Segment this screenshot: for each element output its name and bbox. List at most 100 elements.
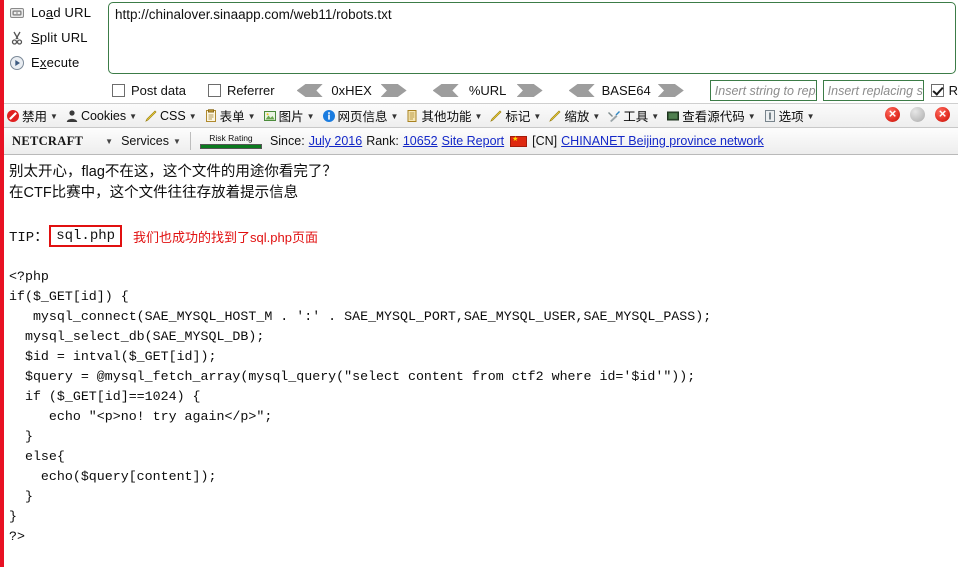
chevron-down-icon: ▼	[390, 112, 399, 121]
wdt-item-outline[interactable]: 标记 ▼	[489, 106, 541, 125]
css-icon	[144, 109, 158, 123]
images-icon	[263, 109, 277, 123]
url-encoder-group[interactable]: %URL	[432, 83, 543, 98]
replace-checkbox-box[interactable]	[930, 84, 944, 97]
chevron-down-icon: ▼	[747, 112, 756, 121]
wdt-label-forms: 表单	[219, 110, 245, 124]
wdt-label-tools: 工具	[623, 110, 649, 124]
cookies-icon	[65, 109, 79, 123]
hex-encode-arrow-icon[interactable]	[380, 84, 407, 97]
page-info-icon	[322, 109, 336, 123]
replace-to-input[interactable]: Insert replacing string	[822, 80, 924, 101]
options-icon	[763, 109, 777, 123]
wdt-item-css[interactable]: CSS ▼	[144, 109, 197, 123]
base64-encoder-group[interactable]: BASE64	[568, 83, 684, 98]
execute-button[interactable]: Execute	[4, 50, 105, 75]
netcraft-logo: NETCRAFT	[12, 133, 84, 148]
chevron-down-icon: ▼	[129, 112, 138, 121]
disable-icon	[6, 109, 20, 123]
load-url-label: Load URL	[31, 5, 92, 20]
hackbar-options-row: Post data Referrer 0xHEX %URL BASE64 Ins…	[0, 77, 958, 104]
country-code-label: [CN]	[532, 134, 558, 148]
chevron-down-icon: ▼	[806, 112, 815, 121]
chevron-down-icon: ▼	[592, 112, 601, 121]
referrer-label: Referrer	[226, 83, 275, 98]
url-encode-arrow-icon[interactable]	[516, 84, 543, 97]
site-report-link[interactable]: Site Report	[442, 134, 505, 148]
toolbar-divider	[189, 132, 191, 150]
wdt-label-css: CSS	[160, 108, 186, 123]
hex-encoder-group[interactable]: 0xHEX	[296, 83, 407, 98]
tip-row: TIP： sql.php 我们也成功的找到了sql.php页面	[9, 225, 958, 247]
wdt-item-view-source[interactable]: 查看源代码 ▼	[666, 106, 756, 125]
wdt-item-options[interactable]: 选项 ▼	[763, 106, 815, 125]
chevron-down-icon[interactable]: ▼	[173, 137, 181, 146]
post-data-label: Post data	[131, 83, 186, 98]
url-decode-arrow-icon[interactable]	[432, 84, 459, 97]
wdt-item-tools[interactable]: 工具 ▼	[607, 106, 659, 125]
chevron-down-icon[interactable]: ▼	[105, 137, 113, 146]
web-developer-toolbar: 禁用 ▼ Cookies ▼ CSS ▼ 表单 ▼ 图片 ▼ 网页信息 ▼ 其他…	[0, 104, 958, 128]
since-value-link[interactable]: July 2016	[309, 134, 363, 148]
base64-encode-arrow-icon[interactable]	[657, 84, 684, 97]
rank-value-link[interactable]: 10652	[403, 134, 438, 148]
url-encoder-label: %URL	[468, 83, 507, 98]
load-url-icon	[8, 4, 25, 21]
replace-checkbox-label: R	[948, 83, 958, 98]
rank-label: Rank:	[366, 134, 399, 148]
netcraft-services-menu[interactable]: Services	[121, 134, 169, 148]
wdt-item-misc[interactable]: 其他功能 ▼	[405, 106, 482, 125]
replace-from-input[interactable]: Insert string to replace	[709, 80, 817, 101]
wdt-status-indicators	[885, 105, 950, 123]
hex-label: 0xHEX	[331, 83, 372, 98]
post-data-checkbox[interactable]: Post data	[112, 83, 186, 98]
url-input[interactable]: http://chinalover.sinaapp.com/web11/robo…	[108, 2, 956, 74]
chevron-down-icon: ▼	[247, 112, 256, 121]
tip-note: 我们也成功的找到了sql.php页面	[133, 229, 318, 245]
wdt-item-images[interactable]: 图片 ▼	[263, 106, 315, 125]
referrer-checkbox-box[interactable]	[207, 84, 221, 97]
split-url-button[interactable]: Split URL	[4, 25, 105, 50]
forms-icon	[204, 108, 218, 123]
execute-label: Execute	[31, 55, 80, 70]
wdt-label-view-source: 查看源代码	[682, 110, 745, 124]
wdt-label-disable: 禁用	[22, 110, 48, 124]
wdt-label-options: 选项	[778, 110, 804, 124]
wdt-item-cookies[interactable]: Cookies ▼	[65, 109, 137, 123]
execute-icon	[8, 54, 25, 71]
browser-window: Load URL Split URL Execute http://chinal…	[0, 0, 958, 567]
referrer-checkbox[interactable]: Referrer	[207, 83, 275, 98]
wdt-item-forms[interactable]: 表单 ▼	[204, 106, 256, 125]
wdt-label-resize: 缩放	[564, 110, 590, 124]
tip-label: TIP：	[9, 230, 49, 246]
china-flag-icon	[510, 134, 528, 147]
risk-rating-bar	[199, 143, 262, 149]
outline-icon	[489, 109, 503, 123]
chevron-down-icon: ▼	[651, 112, 660, 121]
chevron-down-icon: ▼	[306, 112, 315, 121]
wdt-label-outline: 标记	[505, 110, 531, 124]
hackbar-action-list: Load URL Split URL Execute	[4, 0, 105, 76]
split-url-icon	[8, 29, 25, 46]
tools-icon	[607, 109, 621, 123]
base64-decode-arrow-icon[interactable]	[568, 84, 595, 97]
chevron-down-icon: ▼	[533, 112, 542, 121]
hex-decode-arrow-icon[interactable]	[296, 84, 323, 97]
base64-label: BASE64	[601, 83, 651, 98]
view-source-icon	[666, 109, 680, 123]
wdt-item-disable[interactable]: 禁用 ▼	[6, 106, 58, 125]
load-url-button[interactable]: Load URL	[4, 0, 105, 25]
since-label: Since:	[269, 134, 305, 148]
chevron-down-icon: ▼	[474, 112, 483, 121]
error-indicator-icon[interactable]	[885, 105, 900, 123]
idle-indicator-icon[interactable]	[910, 107, 925, 122]
page-content: 别太开心，flag不在这，这个文件的用途你看完了？ 在CTF比赛中，这个文件往往…	[0, 156, 958, 567]
replace-checkbox[interactable]: R	[930, 83, 958, 98]
wdt-item-resize[interactable]: 缩放 ▼	[548, 106, 600, 125]
post-data-checkbox-box[interactable]	[112, 84, 125, 97]
network-name-link[interactable]: CHINANET Beijing province network	[561, 134, 764, 148]
error-indicator-icon-2[interactable]	[935, 105, 950, 123]
netcraft-toolbar: NETCRAFT ▼ Services ▼ Risk Rating Since:…	[0, 128, 958, 155]
wdt-item-page-info[interactable]: 网页信息 ▼	[322, 106, 399, 125]
tip-value-box: sql.php	[49, 225, 123, 247]
